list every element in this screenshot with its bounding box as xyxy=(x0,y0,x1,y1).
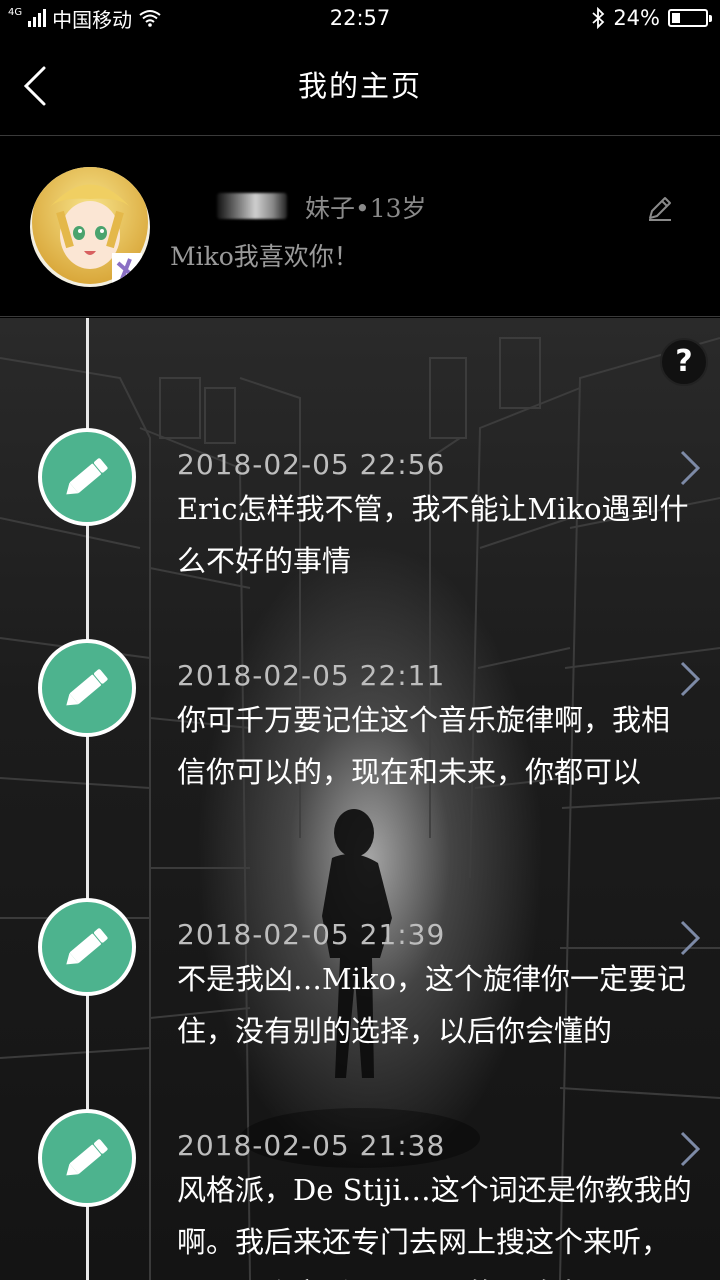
avatar-image xyxy=(30,167,150,287)
battery-icon xyxy=(668,9,712,27)
chevron-right-icon[interactable] xyxy=(674,448,704,488)
battery-fill xyxy=(672,13,680,23)
nav-bar: 我的主页 xyxy=(0,36,720,136)
profile-header: 妹子•13岁 Miko我喜欢你！ xyxy=(0,137,720,317)
profile-bio: Miko我喜欢你！ xyxy=(170,242,359,271)
help-button[interactable]: ? xyxy=(660,338,708,386)
page-title: 我的主页 xyxy=(297,69,422,103)
entry-node[interactable] xyxy=(38,1109,136,1207)
bluetooth-icon xyxy=(592,7,605,29)
username-redacted xyxy=(217,193,287,219)
entry-node[interactable] xyxy=(38,639,136,737)
status-bar: 4G 中国移动 22:57 24% xyxy=(0,0,720,36)
entry-time: 2018-02-05 21:38 xyxy=(177,1129,446,1162)
entry-node[interactable] xyxy=(38,428,136,526)
entry-text: 你可千万要记住这个音乐旋律啊，我相信你可以的，现在和未来，你都可以 xyxy=(177,703,671,789)
timeline-area: ? 2018-02-05 22:56 Eric怎样我不管，我不能让Miko遇到什… xyxy=(0,318,720,1280)
status-right: 24% xyxy=(591,0,712,36)
entry-text: 风格派，De Stiji…这个词还是你教我的啊。我后来还专门去网上搜这个来听，嗯… xyxy=(177,1173,692,1280)
entry-text: 不是我凶…Miko，这个旋律你一定要记住，没有别的选择，以后你会懂的 xyxy=(177,962,687,1048)
entry-time: 2018-02-05 21:39 xyxy=(177,918,446,951)
chevron-right-icon[interactable] xyxy=(674,659,704,699)
entry-time: 2018-02-05 22:11 xyxy=(177,659,446,692)
chevron-right-icon[interactable] xyxy=(674,1129,704,1169)
entry-node[interactable] xyxy=(38,898,136,996)
chevron-right-icon[interactable] xyxy=(674,918,704,958)
profile-meta: 妹子•13岁 xyxy=(305,194,427,223)
entry-time: 2018-02-05 22:56 xyxy=(177,448,446,481)
entry-text: Eric怎样我不管，我不能让Miko遇到什么不好的事情 xyxy=(177,492,689,578)
pencil-icon xyxy=(66,669,108,706)
pencil-icon[interactable] xyxy=(646,194,674,222)
pencil-icon xyxy=(66,458,108,495)
pencil-icon xyxy=(66,928,108,965)
pencil-icon xyxy=(66,1139,108,1176)
avatar[interactable] xyxy=(30,167,150,287)
battery-percent: 24% xyxy=(613,6,660,30)
